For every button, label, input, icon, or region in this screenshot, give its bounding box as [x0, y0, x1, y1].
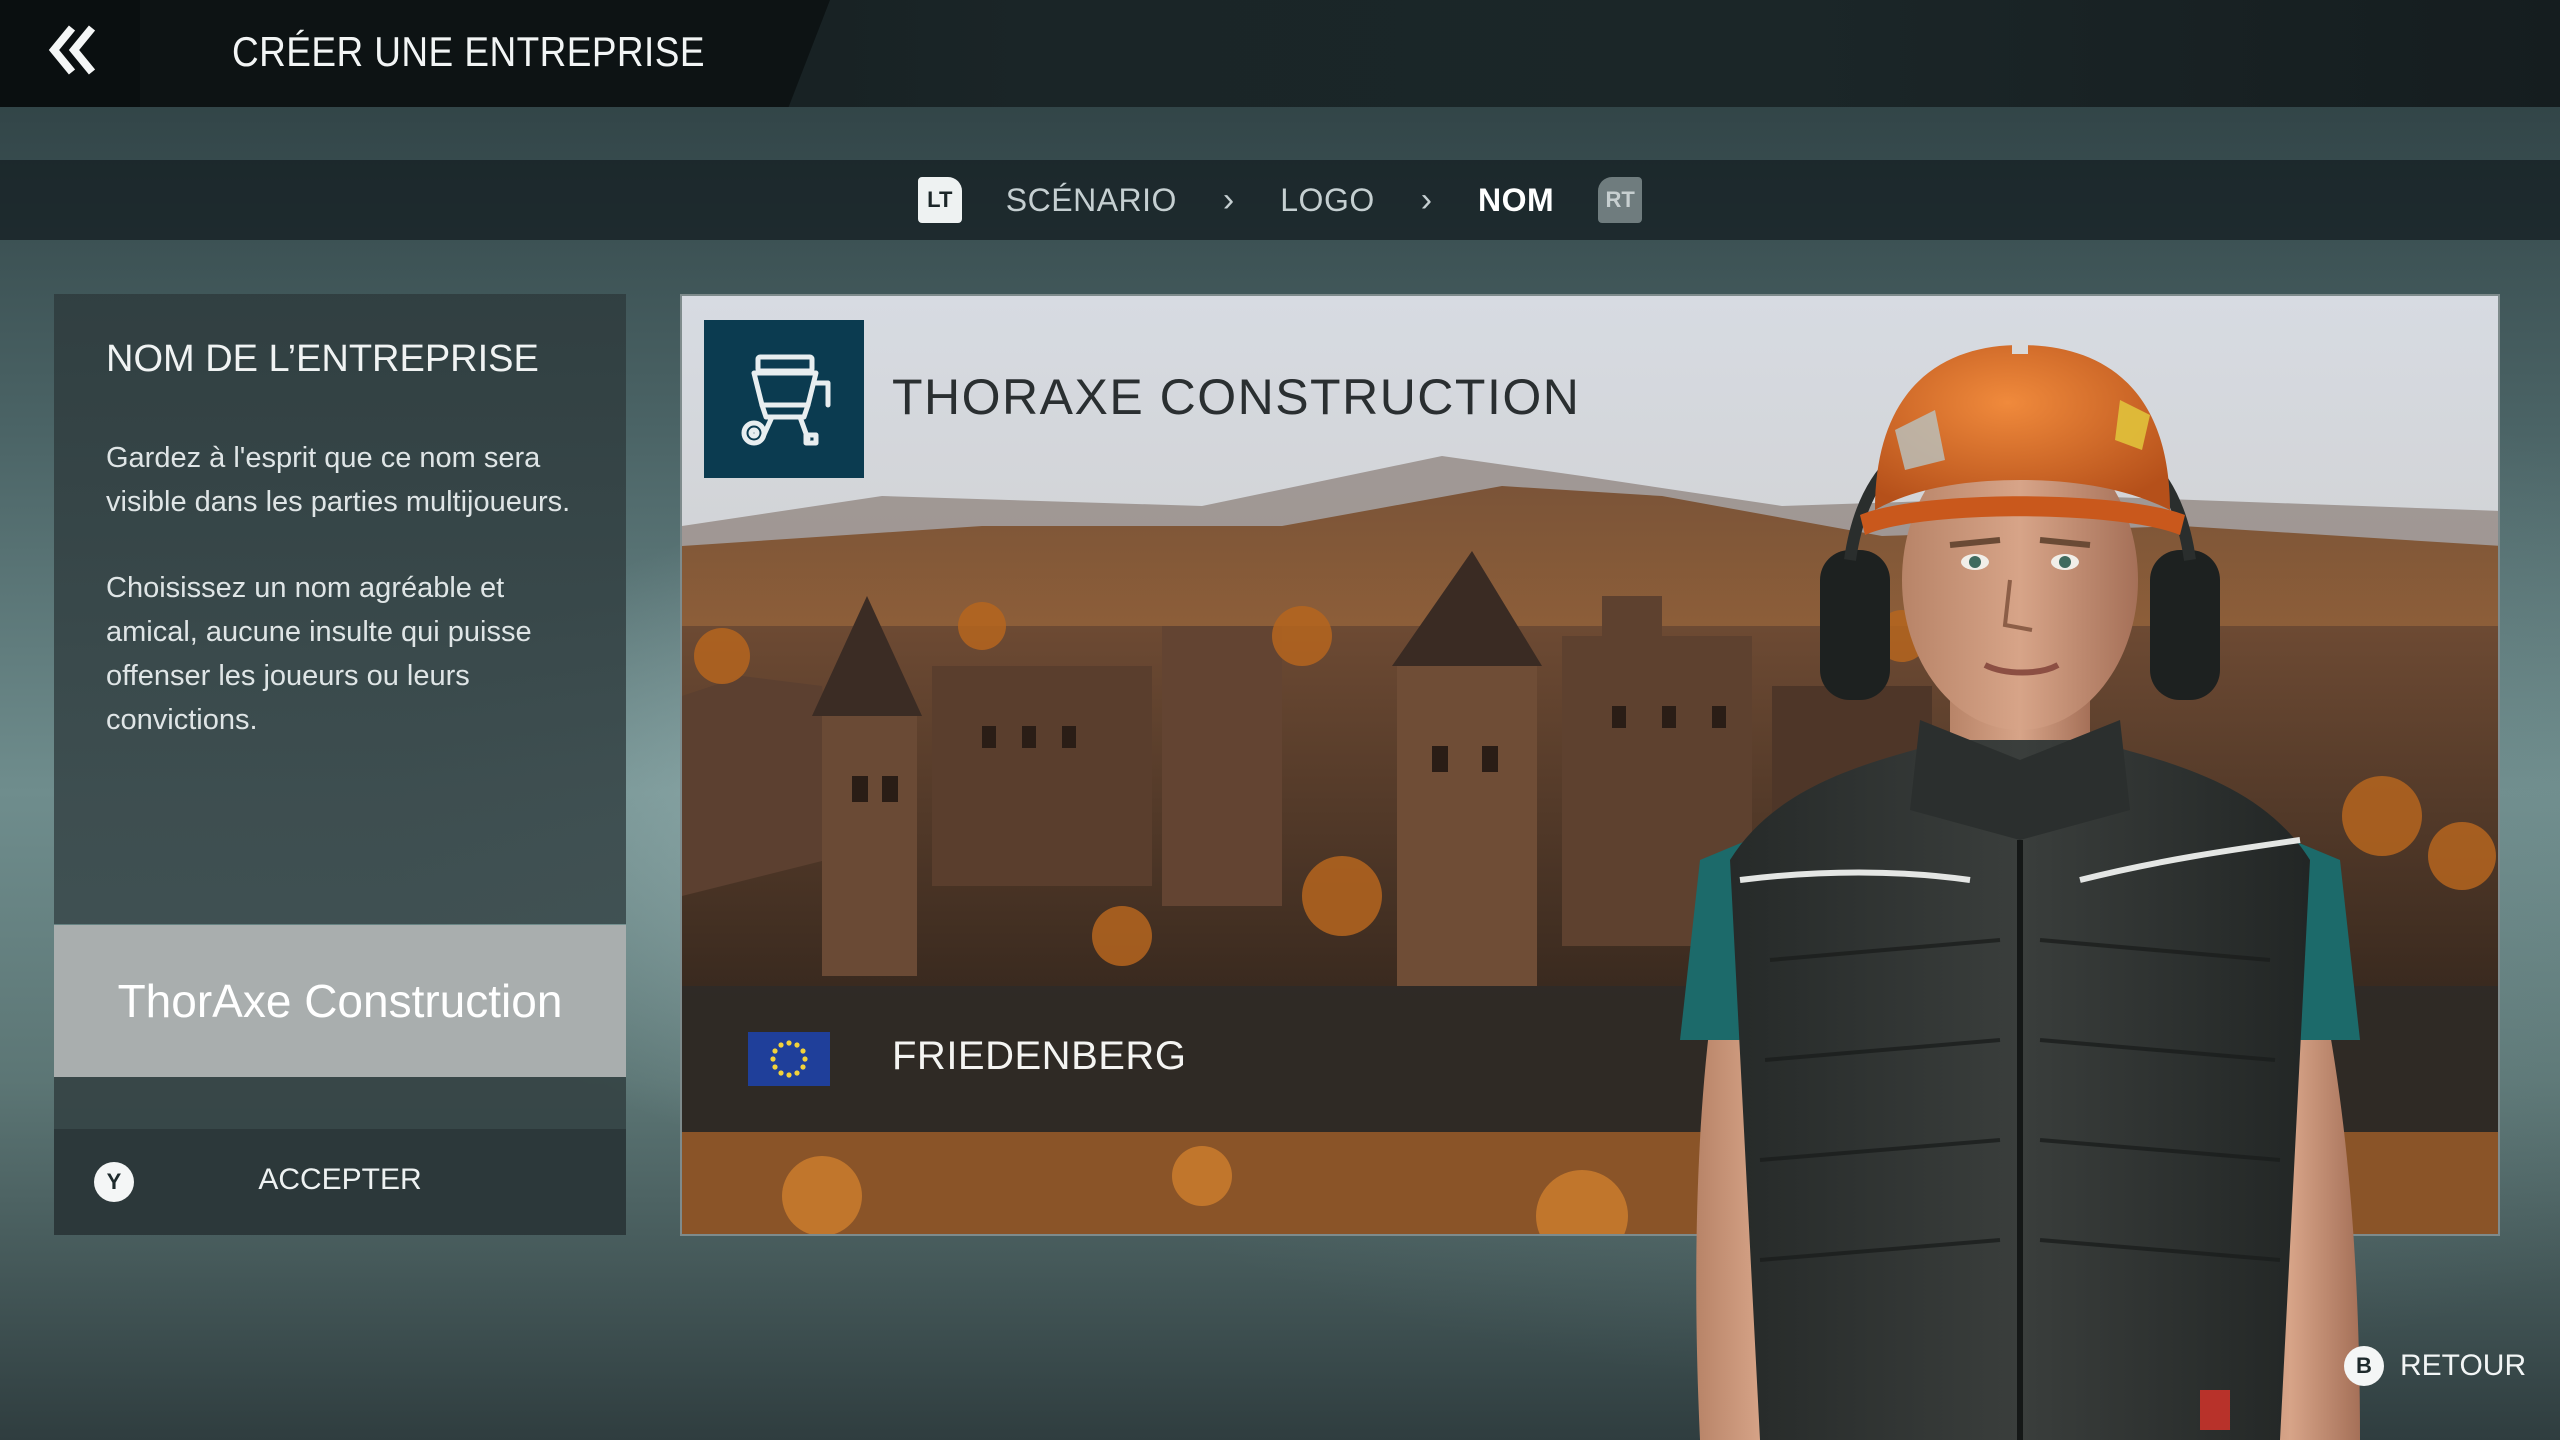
double-chevron-left-icon[interactable]: [48, 22, 98, 78]
step-logo[interactable]: LOGO: [1280, 182, 1374, 219]
panel-paragraph-multiplayer: Gardez à l'esprit que ce nom sera visibl…: [106, 442, 571, 518]
back-button[interactable]: B RETOUR: [2344, 1344, 2526, 1388]
rt-bumper-icon[interactable]: RT: [1598, 177, 1643, 223]
company-name-input[interactable]: [54, 925, 626, 1077]
preview-company-name: THORAXE CONSTRUCTION: [892, 369, 1581, 425]
accept-label: ACCEPTER: [258, 1163, 422, 1196]
step-nom[interactable]: NOM: [1478, 182, 1554, 219]
step-bar: LT SCÉNARIO › LOGO › NOM RT: [0, 160, 2560, 240]
top-bar: CRÉER UNE ENTREPRISE: [0, 0, 2560, 107]
location-name: FRIEDENBERG: [892, 1034, 1187, 1078]
page-title: CRÉER UNE ENTREPRISE: [232, 28, 705, 75]
back-tab[interactable]: [0, 0, 140, 107]
back-label: RETOUR: [2400, 1349, 2527, 1382]
panel-spacer: [54, 1077, 626, 1129]
info-panel: NOM DE L’ENTREPRISE Gardez à l'esprit qu…: [54, 294, 626, 924]
b-button-icon: B: [2344, 1346, 2384, 1386]
lt-bumper-icon[interactable]: LT: [917, 177, 962, 223]
accept-button[interactable]: Y ACCEPTER: [54, 1129, 626, 1235]
mortar-mixer-icon: [741, 354, 831, 446]
chevron-right-icon: ›: [1222, 180, 1235, 219]
company-logo: [704, 320, 864, 478]
step-scenario[interactable]: SCÉNARIO: [1006, 182, 1177, 219]
worker-character-image: [1680, 340, 2360, 1440]
panel-paragraph-guidelines: Choisissez un nom agréable et amical, au…: [106, 572, 532, 736]
panel-title: NOM DE L’ENTREPRISE: [106, 338, 539, 380]
step-list: LT SCÉNARIO › LOGO › NOM RT: [0, 160, 2560, 240]
eu-flag-icon: [748, 1032, 830, 1086]
chevron-right-icon: ›: [1420, 180, 1433, 219]
